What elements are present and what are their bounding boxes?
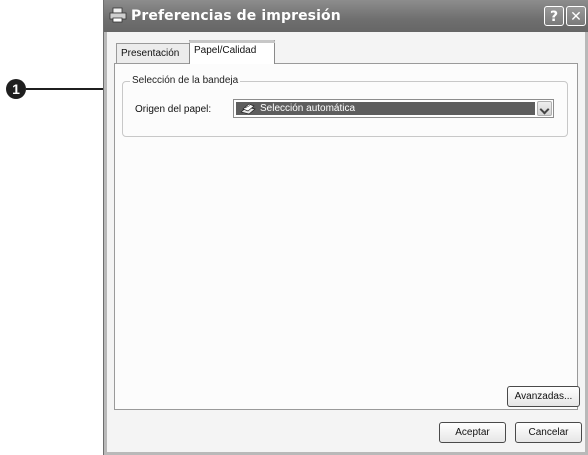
tray-selection-legend: Selección de la bandeja	[130, 75, 241, 86]
window-title: Preferencias de impresión	[131, 8, 341, 24]
printer-icon	[109, 7, 127, 23]
cancel-button[interactable]: Cancelar	[515, 422, 582, 443]
ok-button[interactable]: Aceptar	[439, 422, 506, 443]
paper-tray-icon	[240, 103, 256, 115]
tray-selection-group: Selección de la bandeja Origen del papel…	[122, 75, 568, 137]
tab-papel-calidad[interactable]: Papel/Calidad	[189, 40, 275, 64]
callout-leader-line	[26, 88, 114, 90]
tab-presentacion[interactable]: Presentación	[116, 43, 190, 63]
help-button[interactable]: ?	[544, 6, 564, 26]
print-preferences-dialog: Preferencias de impresión ? ✕ Presentaci…	[103, 0, 588, 455]
advanced-button[interactable]: Avanzadas...	[507, 386, 580, 407]
close-button[interactable]: ✕	[566, 6, 586, 26]
title-bar[interactable]: Preferencias de impresión ? ✕	[104, 0, 588, 32]
paper-origin-selected-item: Selección automática	[236, 102, 535, 115]
chevron-down-icon[interactable]	[537, 101, 552, 116]
paper-origin-select[interactable]: Selección automática	[233, 99, 554, 118]
tab-panel-papel-calidad: Selección de la bandeja Origen del papel…	[114, 63, 580, 410]
paper-origin-value: Selección automática	[260, 103, 356, 114]
dialog-client-area: Presentación Papel/Calidad Selección de …	[107, 32, 585, 452]
paper-origin-label: Origen del papel:	[135, 104, 212, 115]
callout-number-1: 1	[6, 79, 26, 99]
